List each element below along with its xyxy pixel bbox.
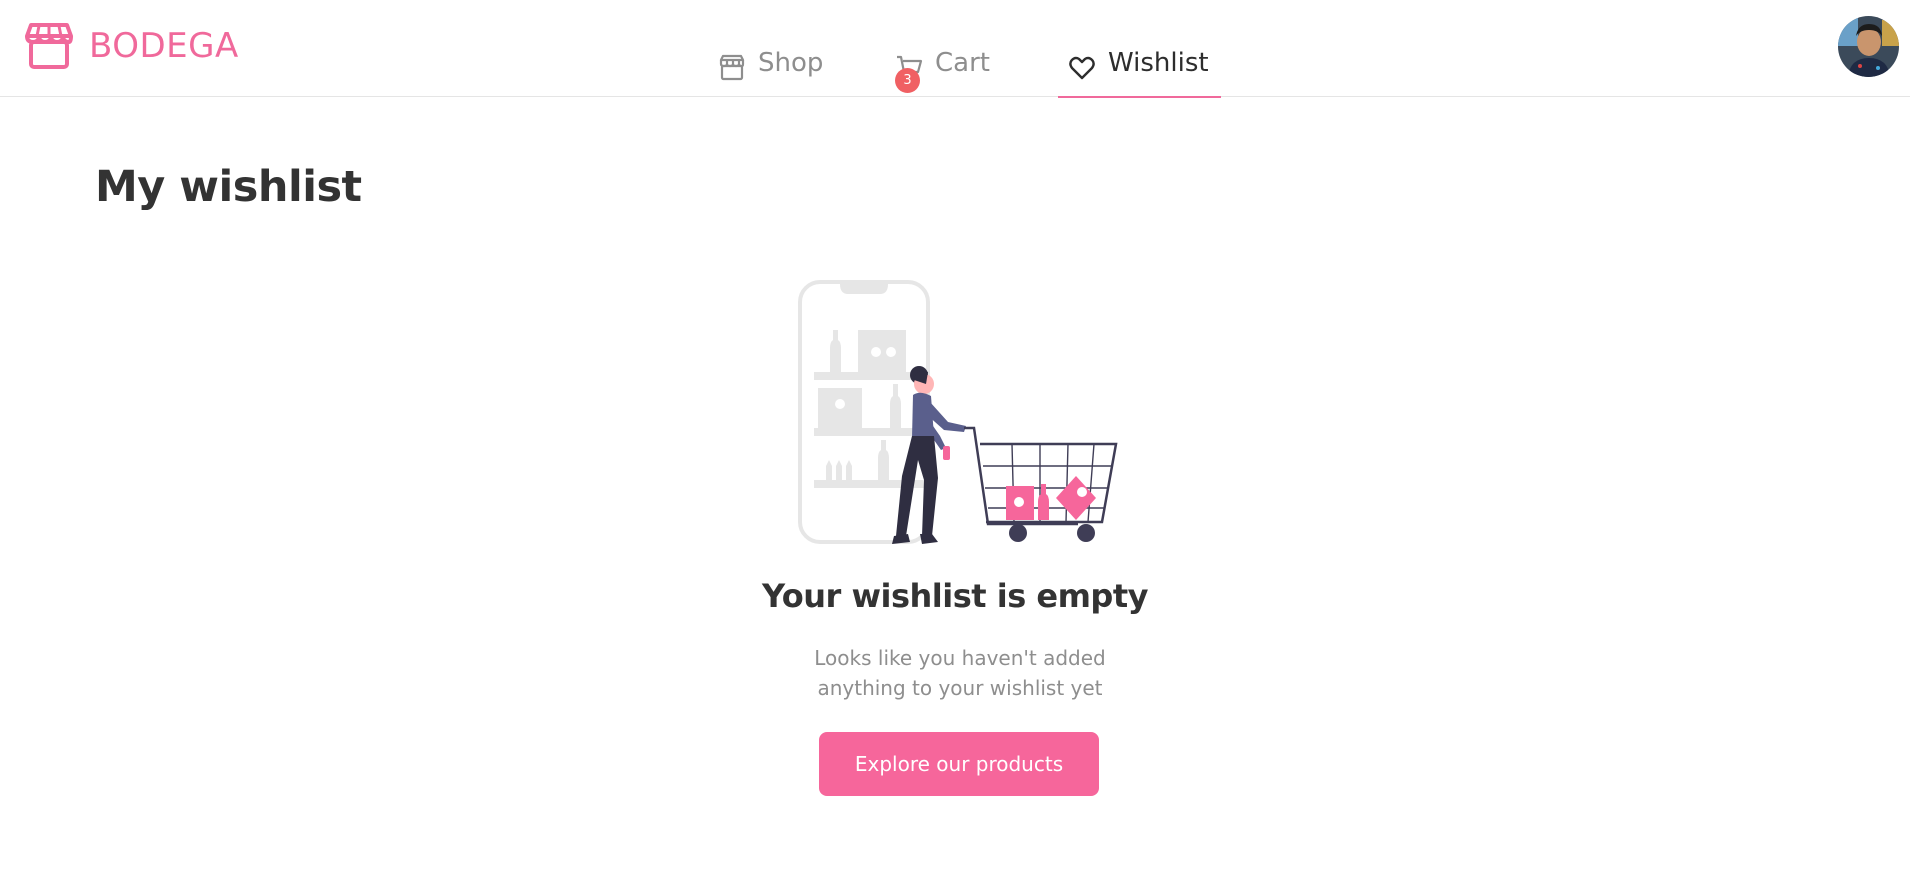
heart-icon [1068,48,1096,82]
top-navigation-bar: BODEGA Shop Cart 3 Wishlist [0,0,1910,98]
nav-cart[interactable]: Cart 3 [895,48,990,97]
nav-shop-label: Shop [758,48,824,78]
explore-products-button[interactable]: Explore our products [819,732,1099,796]
brand-logo[interactable]: BODEGA [23,22,239,70]
nav-wishlist[interactable]: Wishlist [1058,48,1221,98]
active-tab-indicator [1058,96,1221,98]
page-title: My wishlist [95,162,362,212]
nav-cart-label: Cart [935,48,990,78]
empty-state-title: Your wishlist is empty [762,577,1148,615]
nav-wishlist-label: Wishlist [1108,48,1209,78]
user-avatar[interactable] [1838,16,1899,77]
cart-count-badge: 3 [895,68,920,93]
shopping-cart-illustration [798,280,1120,548]
empty-state-subtitle: Looks like you haven't added anything to… [814,646,1106,700]
brand-name: BODEGA [89,26,239,66]
store-icon [718,48,746,82]
nav-shop[interactable]: Shop [718,48,823,97]
storefront-icon [23,22,75,70]
